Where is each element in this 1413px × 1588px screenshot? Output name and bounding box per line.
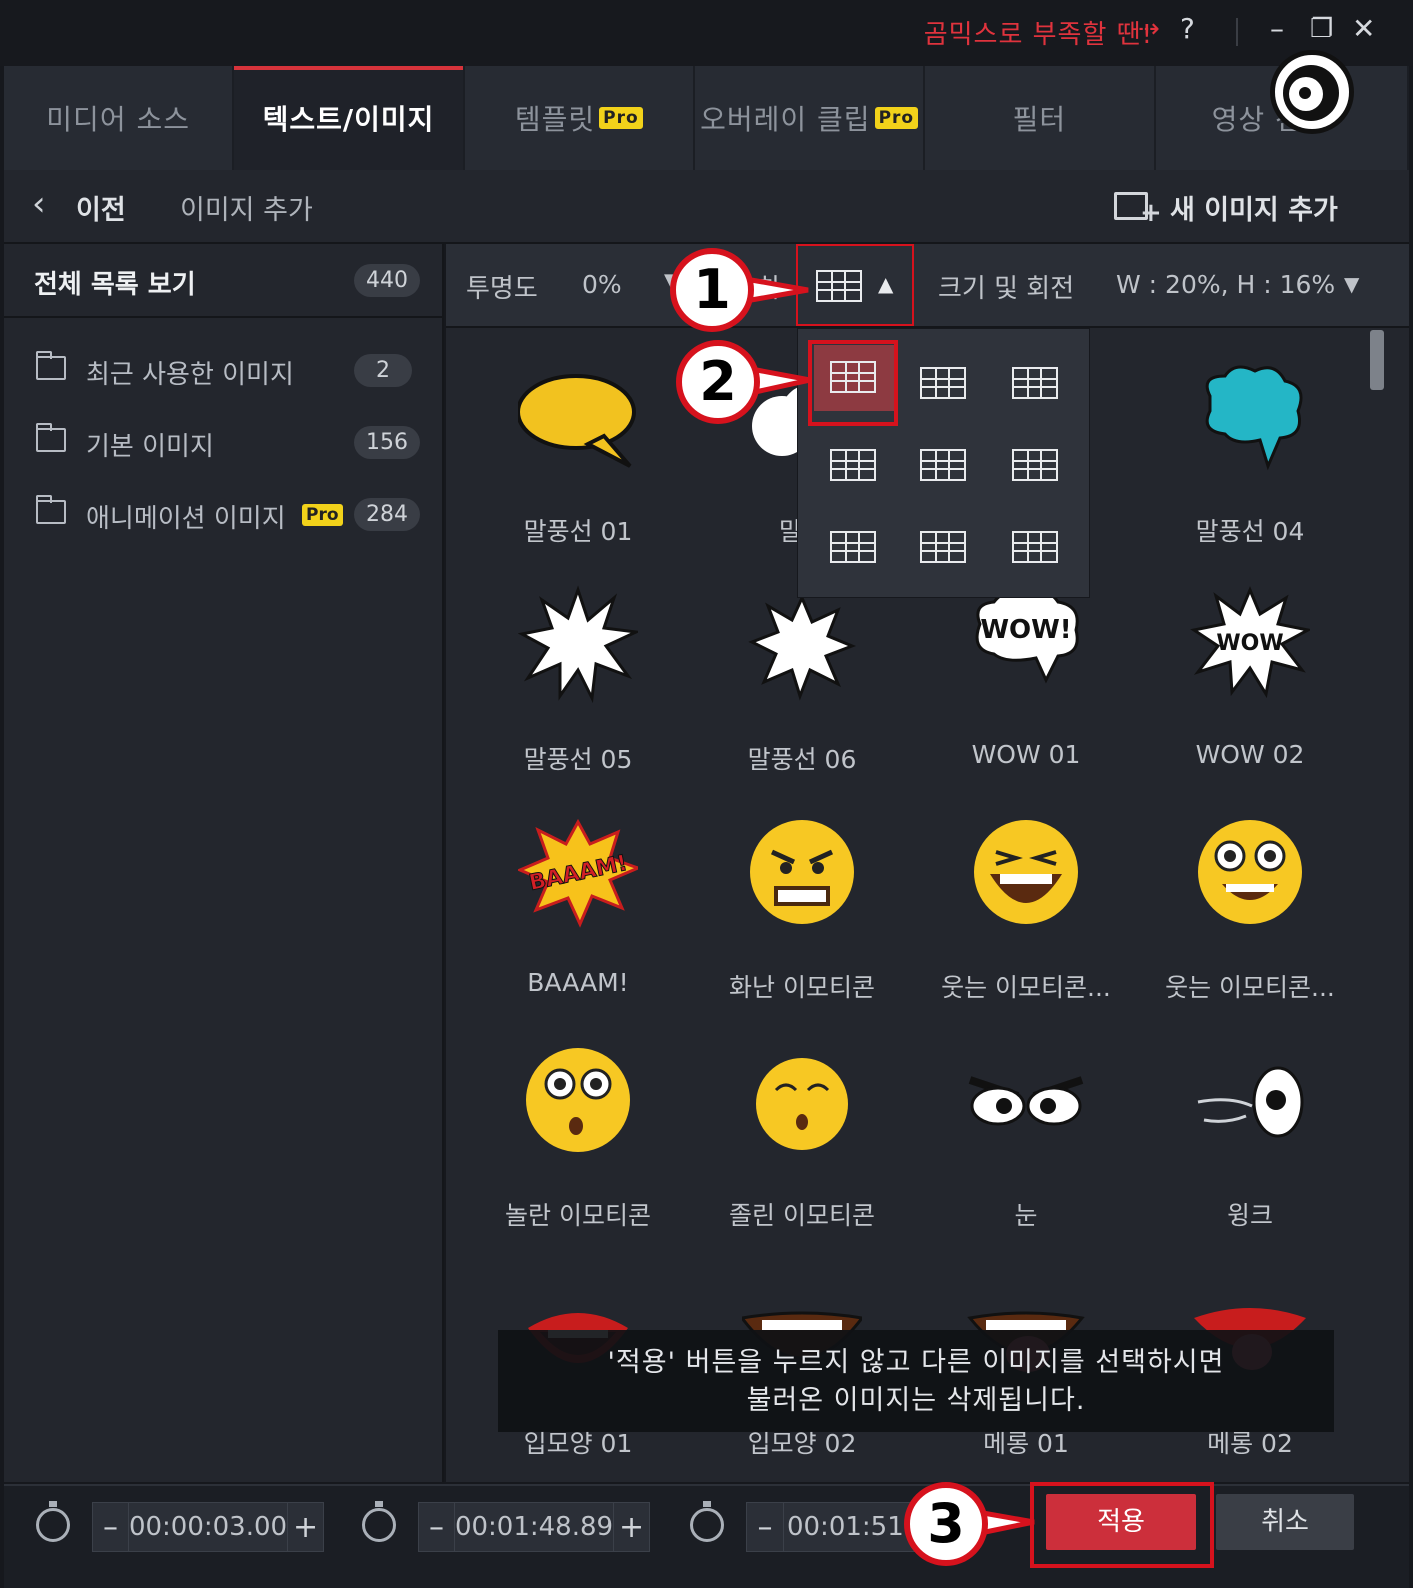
annotation-badge-3: 3	[904, 1482, 988, 1566]
app-window: 곰믹스로 부족할 땐! ⇢ ? – ❐ ✕ 미디어 소스 텍스트/이미지 템플릿…	[0, 0, 1413, 1588]
annotation-arrows	[737, 275, 1035, 1540]
annotation-badge-2: 2	[676, 340, 760, 424]
annotation-badge-1: 1	[670, 248, 754, 332]
